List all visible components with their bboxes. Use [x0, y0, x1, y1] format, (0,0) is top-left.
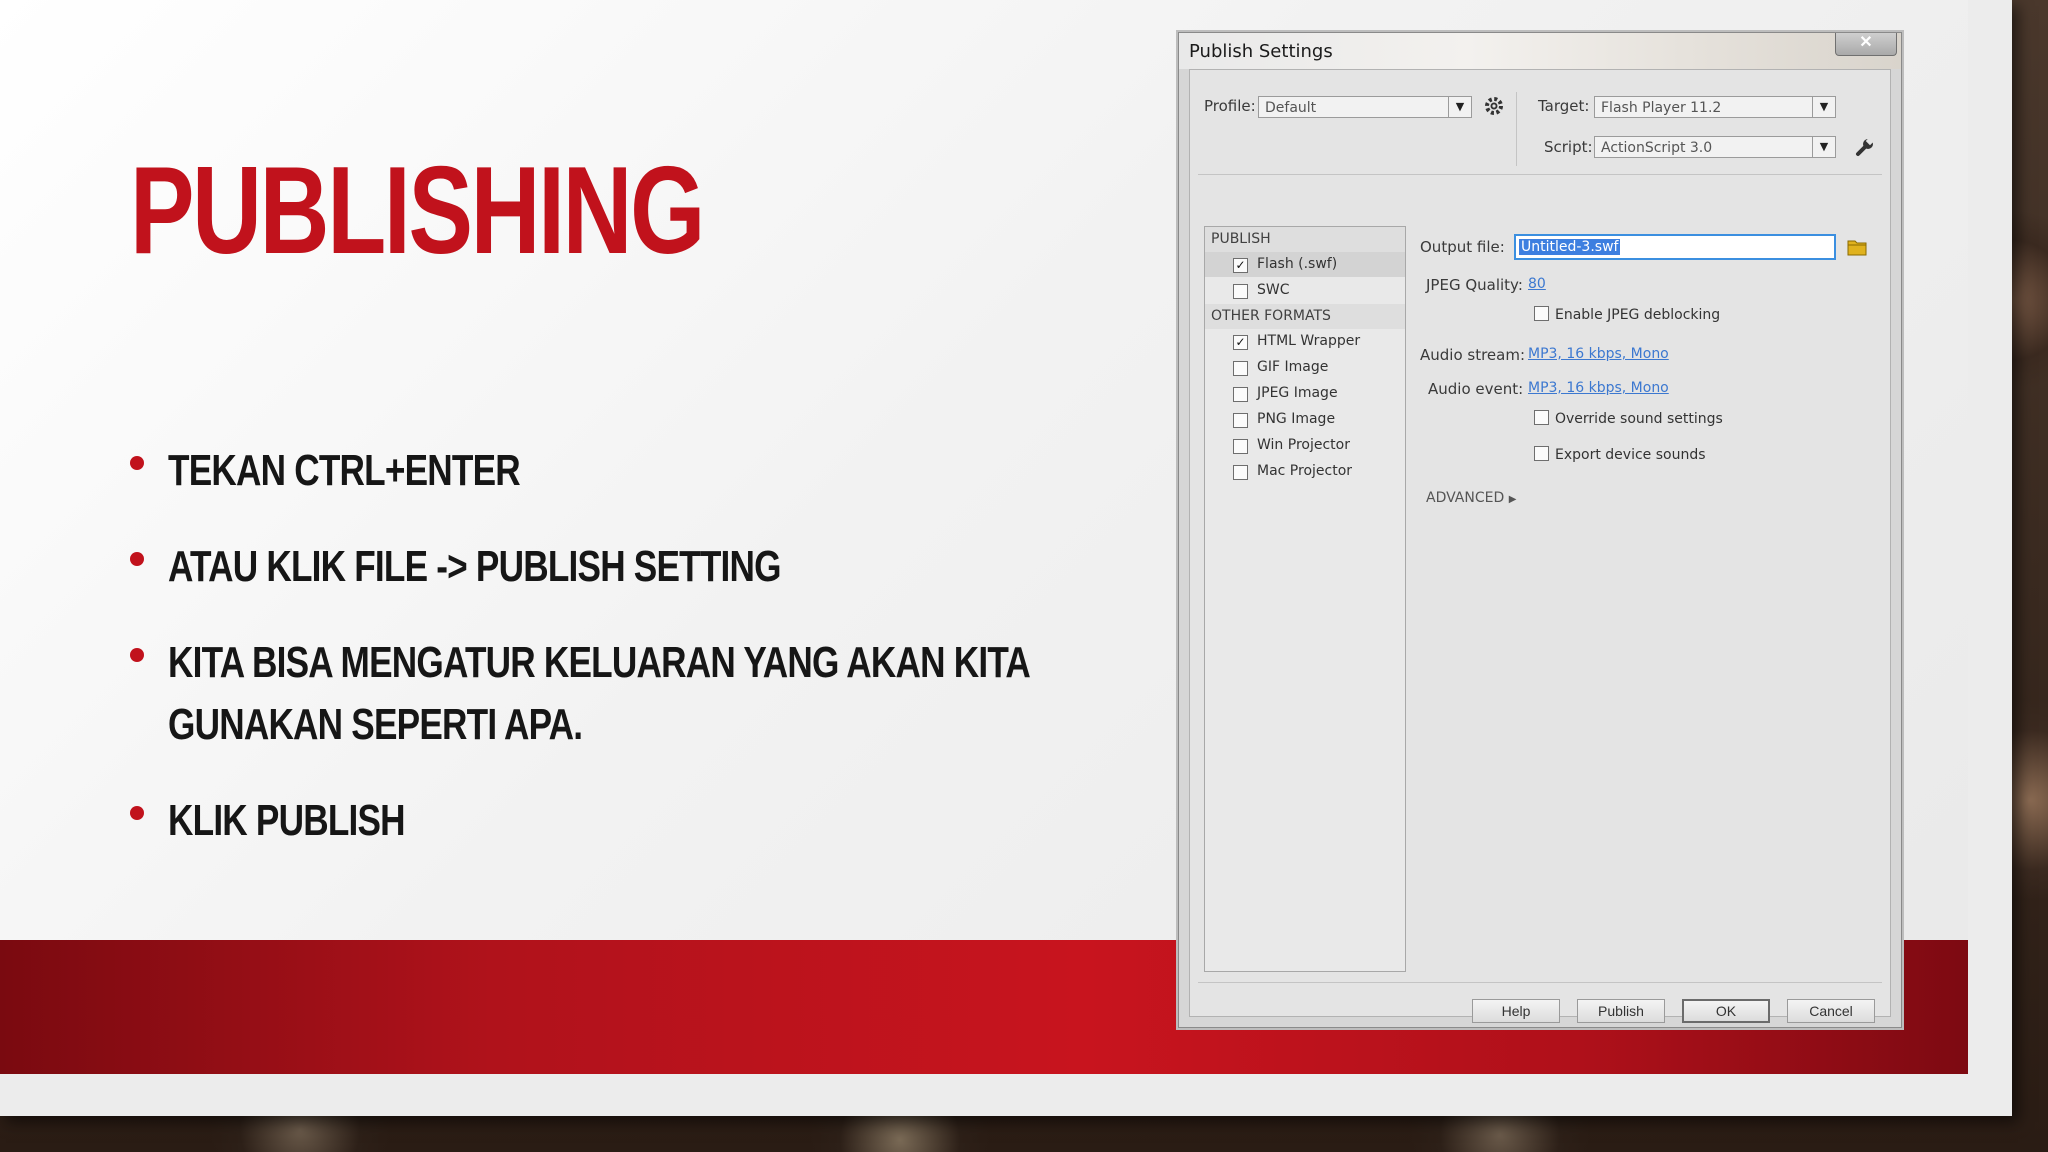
enable-jpeg-deblocking-checkbox[interactable]: Enable JPEG deblocking: [1534, 306, 1720, 323]
toolbar-divider: [1516, 92, 1517, 166]
bullet-item: KLIK PUBLISH: [130, 790, 1030, 852]
expand-arrow-icon: ▶: [1508, 494, 1517, 505]
bullet-list: TEKAN CTRL+ENTER ATAU KLIK FILE -> PUBLI…: [130, 440, 1030, 886]
format-item-png[interactable]: PNG Image: [1205, 407, 1405, 432]
close-button[interactable]: ✕: [1835, 33, 1897, 56]
publish-section-header: PUBLISH: [1205, 227, 1405, 252]
checkbox-box[interactable]: [1534, 410, 1549, 425]
target-value: Flash Player 11.2: [1601, 100, 1722, 116]
format-label: GIF Image: [1257, 359, 1329, 375]
wrench-icon[interactable]: [1854, 136, 1876, 158]
override-sound-checkbox[interactable]: Override sound settings: [1534, 410, 1723, 427]
audio-event-value[interactable]: MP3, 16 kbps, Mono: [1528, 380, 1669, 396]
html-checkbox[interactable]: ✓: [1233, 335, 1248, 350]
jpeg-quality-value[interactable]: 80: [1528, 276, 1546, 292]
format-item-gif[interactable]: GIF Image: [1205, 355, 1405, 380]
flash-checkbox[interactable]: ✓: [1233, 258, 1248, 273]
dropdown-arrow-icon: ▼: [1812, 137, 1835, 157]
jpeg-checkbox[interactable]: [1233, 387, 1248, 402]
mac-projector-checkbox[interactable]: [1233, 465, 1248, 480]
bullet-text: TEKAN CTRL+ENTER: [168, 446, 521, 495]
format-label: Mac Projector: [1257, 463, 1353, 479]
footer-separator: [1198, 982, 1882, 983]
profile-dropdown[interactable]: Default ▼: [1258, 96, 1472, 118]
override-sound-label: Override sound settings: [1555, 411, 1723, 427]
advanced-label: ADVANCED: [1426, 490, 1505, 506]
advanced-toggle[interactable]: ADVANCED ▶: [1426, 490, 1516, 506]
close-icon: ✕: [1859, 34, 1873, 51]
target-label: Target:: [1538, 97, 1590, 115]
check-icon: ✓: [1235, 335, 1246, 349]
bullet-dot: [130, 806, 144, 820]
gif-checkbox[interactable]: [1233, 361, 1248, 376]
export-device-sounds-checkbox[interactable]: Export device sounds: [1534, 446, 1706, 463]
dialog-titlebar[interactable]: Publish Settings ✕: [1179, 33, 1901, 69]
format-label: SWC: [1257, 282, 1290, 298]
script-value: ActionScript 3.0: [1601, 140, 1713, 156]
format-label: JPEG Image: [1257, 385, 1338, 401]
output-file-input[interactable]: Untitled-3.swf: [1514, 234, 1836, 260]
check-icon: ✓: [1235, 258, 1246, 272]
export-device-sounds-label: Export device sounds: [1555, 447, 1706, 463]
profile-label: Profile:: [1204, 97, 1256, 115]
output-file-value: Untitled-3.swf: [1519, 239, 1621, 255]
format-item-swc[interactable]: SWC: [1205, 278, 1405, 303]
header-separator: [1198, 174, 1882, 175]
audio-stream-label: Audio stream:: [1420, 346, 1526, 364]
bullet-text: KLIK PUBLISH: [168, 796, 406, 845]
script-dropdown[interactable]: ActionScript 3.0 ▼: [1594, 136, 1836, 158]
bullet-dot: [130, 552, 144, 566]
format-list-panel: PUBLISH ✓ Flash (.swf) SWC OTHER FORMATS…: [1204, 226, 1406, 972]
format-label: HTML Wrapper: [1257, 333, 1361, 349]
output-file-label: Output file:: [1420, 238, 1505, 256]
format-item-html[interactable]: ✓ HTML Wrapper: [1205, 329, 1405, 354]
dialog-body: Profile: Default ▼ Target: Flash Player …: [1189, 69, 1891, 1017]
format-item-win-projector[interactable]: Win Projector: [1205, 433, 1405, 458]
slide-title: PUBLISHING: [130, 142, 705, 280]
enable-jpeg-deblocking-label: Enable JPEG deblocking: [1555, 307, 1721, 323]
audio-stream-value[interactable]: MP3, 16 kbps, Mono: [1528, 346, 1669, 362]
target-dropdown[interactable]: Flash Player 11.2 ▼: [1594, 96, 1836, 118]
checkbox-box[interactable]: [1534, 306, 1549, 321]
publish-button[interactable]: Publish: [1577, 999, 1665, 1023]
win-projector-checkbox[interactable]: [1233, 439, 1248, 454]
format-item-jpeg[interactable]: JPEG Image: [1205, 381, 1405, 406]
bullet-text: ATAU KLIK FILE -> PUBLISH SETTING: [168, 542, 782, 591]
script-label: Script:: [1544, 138, 1593, 156]
format-label: Flash (.swf): [1257, 256, 1338, 272]
format-label: Win Projector: [1257, 437, 1350, 453]
bullet-dot: [130, 456, 144, 470]
checkbox-box[interactable]: [1534, 446, 1549, 461]
ok-button[interactable]: OK: [1682, 999, 1770, 1023]
audio-event-label: Audio event:: [1428, 380, 1524, 398]
folder-icon[interactable]: [1846, 236, 1868, 258]
dropdown-arrow-icon: ▼: [1448, 97, 1471, 117]
bullet-item: KITA BISA MENGATUR KELUARAN YANG AKAN KI…: [130, 632, 1030, 756]
profile-value: Default: [1265, 100, 1317, 116]
help-button[interactable]: Help: [1472, 999, 1560, 1023]
format-item-mac-projector[interactable]: Mac Projector: [1205, 459, 1405, 484]
bullet-text: KITA BISA MENGATUR KELUARAN YANG AKAN KI…: [168, 638, 1030, 749]
bullet-item: TEKAN CTRL+ENTER: [130, 440, 1030, 502]
swc-checkbox[interactable]: [1233, 284, 1248, 299]
gear-icon[interactable]: [1482, 94, 1506, 118]
format-label: PNG Image: [1257, 411, 1336, 427]
jpeg-quality-label: JPEG Quality:: [1426, 276, 1523, 294]
bullet-dot: [130, 648, 144, 662]
png-checkbox[interactable]: [1233, 413, 1248, 428]
dropdown-arrow-icon: ▼: [1812, 97, 1835, 117]
other-formats-header: OTHER FORMATS: [1205, 304, 1405, 329]
dialog-title: Publish Settings: [1189, 41, 1333, 62]
format-item-flash[interactable]: ✓ Flash (.swf): [1205, 252, 1405, 277]
publish-settings-dialog: Publish Settings ✕ Profile: Default ▼ Ta…: [1178, 32, 1902, 1028]
bullet-item: ATAU KLIK FILE -> PUBLISH SETTING: [130, 536, 1030, 598]
cancel-button[interactable]: Cancel: [1787, 999, 1875, 1023]
